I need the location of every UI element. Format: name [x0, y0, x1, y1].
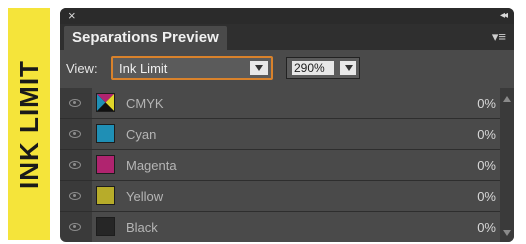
ink-row-body: Yellow 0% [92, 181, 500, 211]
ink-percent: 0% [477, 220, 496, 235]
black-swatch [96, 217, 115, 236]
ink-row-magenta[interactable]: Magenta 0% [60, 150, 514, 181]
view-dropdown[interactable]: Ink Limit [111, 56, 273, 80]
ink-row-cyan[interactable]: Cyan 0% [60, 119, 514, 150]
ink-name: Cyan [126, 127, 157, 142]
ink-row-body: Black 0% [92, 212, 500, 242]
panel-menu-icon[interactable]: ▾≡ [492, 29, 506, 45]
visibility-toggle[interactable] [60, 150, 90, 180]
view-label: View: [66, 61, 98, 76]
scroll-up-icon[interactable] [503, 96, 511, 102]
ink-row-body: CMYK 0% [92, 88, 500, 118]
scrollbar[interactable] [500, 88, 514, 242]
view-selected-value: Ink Limit [119, 61, 168, 76]
zoom-value[interactable]: 290% [292, 61, 334, 75]
eye-icon[interactable] [69, 192, 81, 200]
ink-row-cmyk[interactable]: CMYK 0% [60, 88, 514, 119]
ink-name: Black [126, 220, 158, 235]
ink-percent: 0% [477, 96, 496, 111]
visibility-toggle[interactable] [60, 181, 90, 211]
magenta-swatch [96, 155, 115, 174]
ink-name: CMYK [126, 96, 164, 111]
eye-icon[interactable] [69, 223, 81, 231]
tab-separations-preview[interactable]: Separations Preview [64, 26, 227, 50]
ink-percent: 0% [477, 189, 496, 204]
ink-name: Magenta [126, 158, 177, 173]
cmyk-swatch-icon [96, 93, 115, 112]
scroll-down-icon[interactable] [503, 230, 511, 236]
chevron-down-icon[interactable] [250, 61, 268, 75]
ink-percent: 0% [477, 127, 496, 142]
zoom-dropdown[interactable]: 290% [286, 57, 360, 79]
cyan-swatch [96, 124, 115, 143]
visibility-toggle[interactable] [60, 119, 90, 149]
visibility-toggle[interactable] [60, 212, 90, 242]
ink-limit-banner: INK LIMIT [8, 8, 50, 240]
view-row: View: Ink Limit 290% [60, 50, 514, 88]
ink-row-body: Magenta 0% [92, 150, 500, 180]
ink-row-body: Cyan 0% [92, 119, 500, 149]
close-icon[interactable]: × [68, 8, 76, 24]
ink-row-black[interactable]: Black 0% [60, 212, 514, 242]
ink-percent: 0% [477, 158, 496, 173]
ink-row-yellow[interactable]: Yellow 0% [60, 181, 514, 212]
ink-list: CMYK 0% Cyan 0% Magenta 0% Yellow 0% Bla… [60, 88, 514, 242]
panel-tab-row: Separations Preview ▾≡ [60, 24, 514, 50]
collapse-icon[interactable]: ◂◂ [500, 8, 508, 24]
chevron-down-icon[interactable] [340, 61, 356, 75]
panel-title-bar: × ◂◂ [60, 8, 514, 24]
banner-label: INK LIMIT [13, 59, 44, 189]
yellow-swatch [96, 186, 115, 205]
eye-icon[interactable] [69, 161, 81, 169]
eye-icon[interactable] [69, 99, 81, 107]
eye-icon[interactable] [69, 130, 81, 138]
ink-name: Yellow [126, 189, 164, 204]
visibility-toggle[interactable] [60, 88, 90, 118]
separations-preview-panel: × ◂◂ Separations Preview ▾≡ View: Ink Li… [60, 8, 514, 242]
